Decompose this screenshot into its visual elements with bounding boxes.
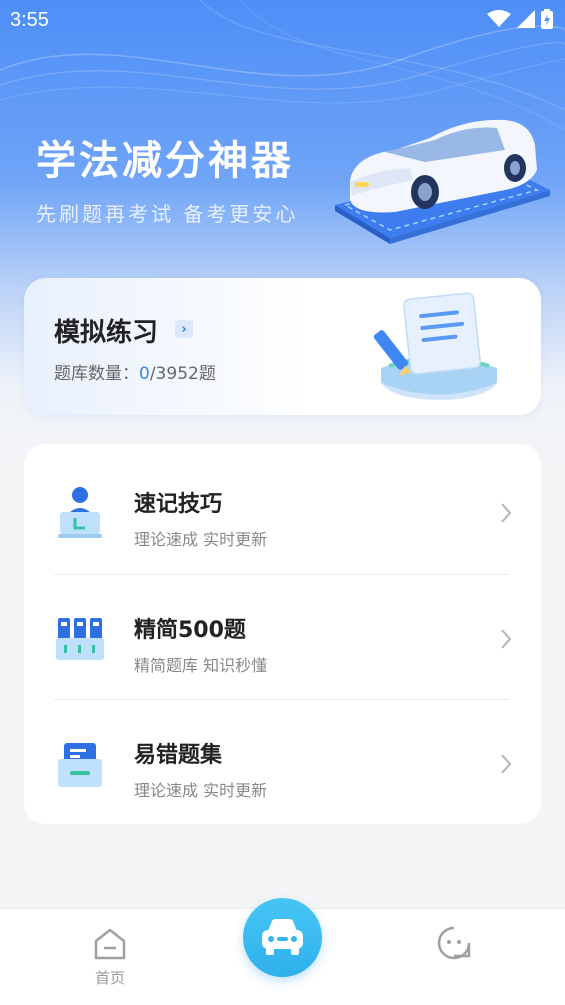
- status-bar: 3:55: [0, 0, 565, 40]
- list-item-memory-tips[interactable]: 速记技巧 理论速成 实时更新: [24, 448, 541, 574]
- car-illustration: [335, 119, 550, 244]
- feature-list-card: 速记技巧 理论速成 实时更新 精简500题 精简题库 知识秒懂 易错题集 理论速…: [24, 444, 541, 824]
- list-item-subtitle: 精简题库 知识秒懂: [134, 656, 268, 675]
- car-icon: [262, 919, 303, 955]
- cell-signal-icon: [517, 10, 535, 28]
- questions-done: 0: [139, 364, 150, 384]
- status-time: 3:55: [10, 9, 49, 31]
- list-item-subtitle: 理论速成 实时更新: [134, 530, 268, 549]
- mock-practice-card[interactable]: 模拟练习 › 题库数量：0/3952题: [24, 278, 541, 415]
- tab-profile[interactable]: [437, 926, 471, 964]
- document-pencil-icon: [373, 292, 497, 400]
- drawer-box-icon: [58, 743, 102, 787]
- person-computer-icon: [58, 487, 102, 538]
- chevron-right-icon: ›: [175, 320, 193, 338]
- home-icon: [94, 928, 126, 960]
- questions-total: /3952题: [149, 364, 216, 384]
- list-item-simplified-500[interactable]: 精简500题 精简题库 知识秒懂: [24, 574, 541, 700]
- tab-home[interactable]: 首页: [80, 927, 140, 988]
- question-bank-count: 题库数量：0/3952题: [54, 359, 216, 384]
- tab-home-label: 首页: [94, 969, 125, 987]
- chevron-right-icon: [501, 629, 512, 649]
- chevron-right-icon: [501, 754, 512, 774]
- list-item-subtitle: 理论速成 实时更新: [134, 781, 268, 800]
- list-item-title: 易错题集: [134, 743, 223, 768]
- wifi-icon: [487, 10, 511, 27]
- list-item-title: 精简500题: [134, 618, 246, 643]
- smiley-icon: [437, 926, 471, 960]
- battery-charging-icon: [541, 9, 553, 29]
- tab-drive-center-button[interactable]: [243, 898, 322, 977]
- list-item-title: 速记技巧: [134, 492, 223, 517]
- file-cabinet-icon: [56, 618, 104, 660]
- chevron-right-icon: [501, 503, 512, 523]
- hero-subtitle: 先刷题再考试 备考更安心: [36, 202, 299, 226]
- question-bank-label: 题库数量：: [54, 364, 139, 384]
- list-item-error-prone[interactable]: 易错题集 理论速成 实时更新: [24, 699, 541, 825]
- mock-practice-title: 模拟练习: [54, 318, 159, 348]
- hero-title: 学法减分神器: [36, 138, 294, 184]
